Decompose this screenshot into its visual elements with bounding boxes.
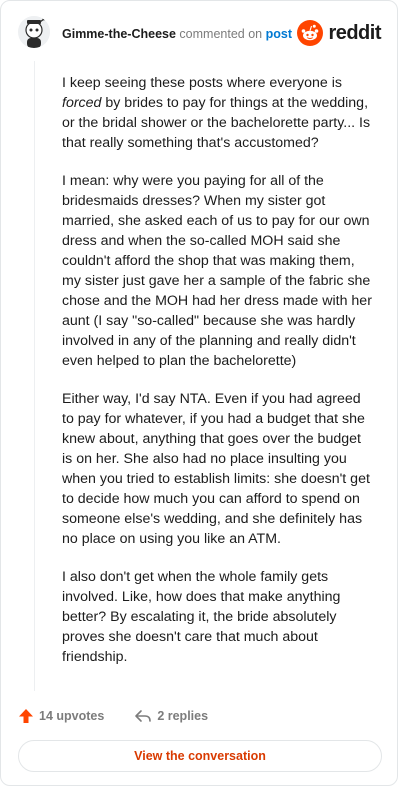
upvotes-button[interactable]: 14 upvotes (18, 708, 104, 724)
comment-embed-card: Gimme-the-Cheese commented on post reddi… (0, 0, 398, 786)
comment-paragraph-3: Either way, I'd say NTA. Even if you had… (62, 391, 370, 547)
snoo-avatar-icon (18, 16, 50, 48)
reddit-logo-icon (297, 20, 324, 46)
comment-body: I keep seeing these posts where everyone… (62, 73, 374, 685)
comment-paragraph-1: I keep seeing these posts where everyone… (62, 75, 371, 151)
comment-header: Gimme-the-Cheese commented on post reddi… (18, 16, 381, 52)
post-link[interactable]: post (266, 27, 292, 41)
upvotes-count: 14 upvotes (39, 709, 105, 723)
thread-line (34, 61, 35, 691)
commented-on-text: commented on (179, 27, 263, 41)
replies-count: 2 replies (157, 709, 209, 723)
reddit-brand-link[interactable]: reddit (297, 20, 381, 46)
byline: Gimme-the-Cheese commented on post (62, 26, 292, 42)
emphasis-forced: forced (62, 95, 102, 111)
view-conversation-button[interactable]: View the conversation (18, 740, 382, 772)
comment-paragraph-2: I mean: why were you paying for all of t… (62, 173, 372, 369)
user-avatar[interactable] (18, 16, 50, 48)
username-link[interactable]: Gimme-the-Cheese (62, 27, 176, 41)
upvote-arrow-icon (19, 709, 33, 723)
reply-arrow-icon (135, 710, 152, 722)
replies-button[interactable]: 2 replies (134, 708, 208, 724)
comment-actions: 14 upvotes 2 replies (18, 705, 238, 727)
reddit-wordmark: reddit (328, 21, 381, 44)
comment-paragraph-4: I also don't get when the whole family g… (62, 569, 341, 665)
